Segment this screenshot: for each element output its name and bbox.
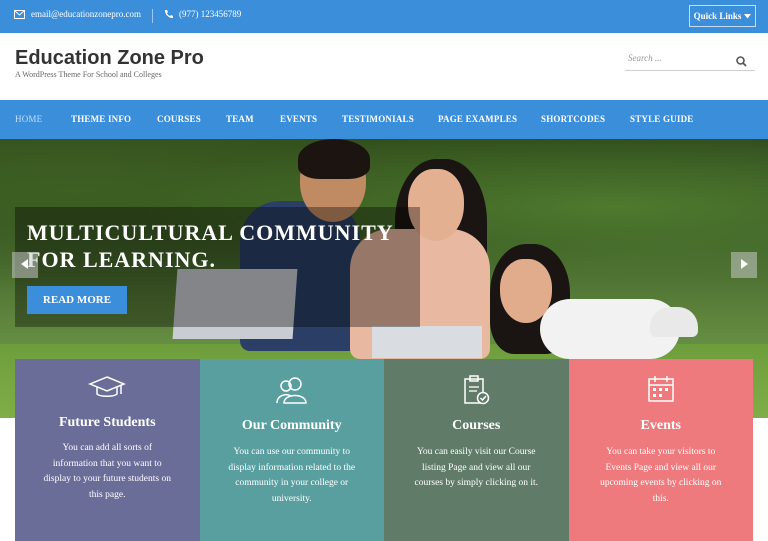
feature-boxes: Future Students You can add all sorts of… — [15, 359, 753, 541]
nav-item-shortcodes[interactable]: SHORTCODES — [541, 114, 605, 124]
contact-divider — [152, 9, 153, 23]
calendar-icon — [647, 375, 675, 408]
nav-item-page-examples[interactable]: PAGE EXAMPLES — [438, 114, 517, 124]
feature-title: Future Students — [58, 415, 156, 430]
feature-description: You can use our community to display inf… — [228, 447, 356, 504]
slide-caption: MULTICULTURAL COMMUNITY FOR LEARNING. RE… — [15, 207, 420, 327]
feature-description: You can easily visit our Course listing … — [414, 447, 539, 488]
nav-item-theme-info[interactable]: THEME INFO — [71, 114, 131, 124]
caret-down-icon — [744, 13, 752, 19]
nav-item-style-guide[interactable]: STYLE GUIDE — [630, 114, 693, 124]
feature-description: You can take your visitors to Events Pag… — [600, 447, 722, 504]
community-icon — [275, 375, 309, 410]
student-figure — [650, 307, 698, 337]
clipboard-check-icon — [462, 375, 490, 410]
slide-title: MULTICULTURAL COMMUNITY FOR LEARNING. — [27, 220, 393, 272]
phone-contact[interactable]: (977) 123456789 — [164, 9, 241, 19]
nav-item-courses[interactable]: COURSES — [157, 114, 201, 124]
site-header: Education Zone Pro A WordPress Theme For… — [0, 33, 768, 100]
feature-courses[interactable]: Courses You can easily visit our Course … — [384, 359, 569, 541]
slider-next-button[interactable] — [731, 252, 757, 278]
graduation-cap-icon — [88, 375, 127, 406]
quick-links-dropdown[interactable]: Quick Links — [689, 5, 756, 27]
phone-icon — [164, 9, 173, 19]
read-more-button[interactable]: READ MORE — [27, 286, 127, 314]
search-form[interactable]: Search ... — [625, 49, 755, 71]
student-figure — [298, 139, 370, 179]
feature-title: Courses — [452, 418, 501, 433]
feature-our-community[interactable]: Our Community You can use our community … — [199, 359, 384, 541]
student-figure — [500, 259, 552, 323]
laptop-image — [372, 326, 482, 358]
main-navigation: HOME THEME INFO COURSES TEAM EVENTS TEST… — [0, 100, 768, 139]
feature-title: Our Community — [241, 418, 342, 433]
feature-description: You can add all sorts of information tha… — [43, 443, 171, 500]
nav-item-events[interactable]: EVENTS — [280, 114, 317, 124]
feature-title: Events — [640, 418, 681, 433]
envelope-icon — [14, 9, 25, 19]
feature-events[interactable]: Events You can take your visitors to Eve… — [568, 359, 753, 541]
slider-prev-button[interactable] — [12, 252, 38, 278]
quick-links-label: Quick Links — [693, 11, 742, 21]
search-input[interactable]: Search ... — [628, 53, 662, 63]
nav-item-team[interactable]: TEAM — [226, 114, 254, 124]
site-tagline: A WordPress Theme For School and College… — [15, 70, 162, 79]
email-text: email@educationzonepro.com — [31, 9, 141, 19]
search-icon[interactable] — [736, 54, 747, 72]
site-title[interactable]: Education Zone Pro — [15, 47, 204, 70]
nav-item-home[interactable]: HOME — [15, 114, 42, 124]
phone-text: (977) 123456789 — [179, 9, 242, 19]
feature-future-students[interactable]: Future Students You can add all sorts of… — [15, 359, 200, 541]
nav-item-testimonials[interactable]: TESTIMONIALS — [342, 114, 414, 124]
top-bar: email@educationzonepro.com (977) 1234567… — [0, 0, 768, 33]
email-contact[interactable]: email@educationzonepro.com — [14, 9, 141, 19]
chevron-left-icon — [21, 256, 29, 274]
chevron-right-icon — [740, 256, 748, 274]
